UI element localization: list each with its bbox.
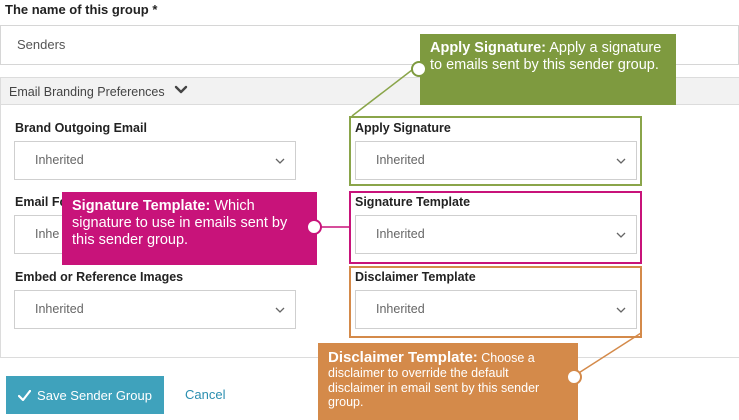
chevron-down-icon	[616, 232, 626, 238]
brand-outgoing-email-select[interactable]: Inherited	[14, 141, 296, 180]
cancel-link[interactable]: Cancel	[185, 387, 225, 402]
select-value: Inhe	[35, 227, 60, 241]
apply-signature-label: Apply Signature	[355, 121, 451, 135]
signature-template-select[interactable]: Inherited	[355, 215, 637, 254]
email-format-label: Email Fo	[15, 195, 68, 209]
select-value: Inherited	[376, 153, 425, 167]
chevron-down-icon	[616, 307, 626, 313]
signature-template-callout: Signature Template: Which signature to u…	[62, 192, 317, 265]
disclaimer-template-callout-dot	[566, 369, 582, 385]
apply-signature-callout: Apply Signature: Apply a signature to em…	[420, 34, 676, 105]
brand-outgoing-email-label: Brand Outgoing Email	[15, 121, 147, 135]
select-value: Inherited	[35, 153, 84, 167]
chevron-down-icon	[275, 158, 285, 164]
disclaimer-template-select[interactable]: Inherited	[355, 290, 637, 329]
chevron-down-icon	[616, 158, 626, 164]
disclaimer-template-label: Disclaimer Template	[355, 270, 476, 284]
callout-title: Signature Template:	[72, 198, 211, 214]
chevron-down-icon	[275, 307, 285, 313]
save-button-label: Save Sender Group	[37, 387, 152, 403]
callout-title: Disclaimer Template:	[328, 349, 478, 366]
signature-template-callout-dot	[306, 219, 322, 235]
save-sender-group-button[interactable]: Save Sender Group	[6, 376, 164, 414]
checkmark-icon	[18, 389, 32, 401]
select-value: Inherited	[376, 302, 425, 316]
apply-signature-callout-dot	[411, 61, 427, 77]
group-name-label: The name of this group *	[5, 2, 158, 17]
select-value: Inherited	[376, 227, 425, 241]
callout-title: Apply Signature:	[430, 40, 547, 56]
embed-reference-images-select[interactable]: Inherited	[14, 290, 296, 329]
apply-signature-select[interactable]: Inherited	[355, 141, 637, 180]
disclaimer-template-callout: Disclaimer Template: Choose a disclaimer…	[318, 343, 578, 420]
signature-template-label: Signature Template	[355, 195, 471, 209]
chevron-down-icon[interactable]	[173, 82, 189, 98]
select-value: Inherited	[35, 302, 84, 316]
embed-reference-images-label: Embed or Reference Images	[15, 270, 184, 284]
panel-title: Email Branding Preferences	[9, 85, 165, 99]
